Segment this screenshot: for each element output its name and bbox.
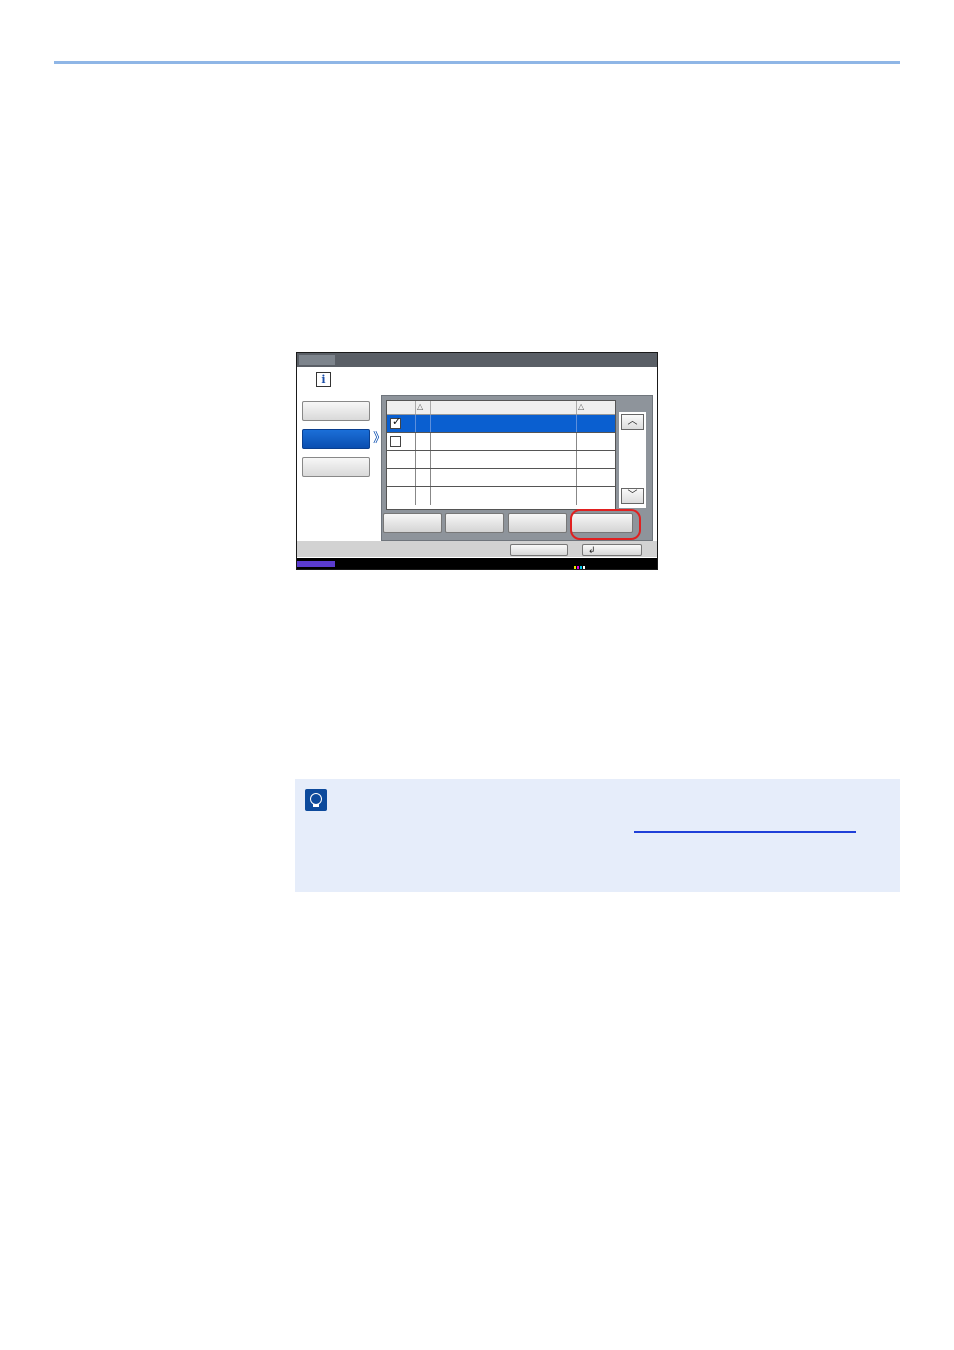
panel-footer-bar	[297, 558, 657, 569]
note-lightbulb-icon	[305, 789, 327, 811]
info-icon[interactable]: i	[316, 372, 331, 387]
scroll-up-button[interactable]: ︿	[621, 414, 644, 430]
checkmark-icon: ✓	[392, 416, 402, 428]
toner-icon	[574, 560, 588, 569]
sort-icon[interactable]: △	[578, 403, 584, 411]
list-row-5[interactable]	[387, 487, 615, 505]
side-button-1[interactable]	[302, 401, 370, 421]
scroll-column: ︿ ﹀	[619, 412, 646, 508]
note-box	[295, 779, 900, 892]
footer-accent	[297, 561, 335, 567]
panel-title-tab	[299, 355, 335, 365]
item-list: △ △ ✓	[386, 400, 616, 510]
status-button-1[interactable]	[510, 544, 568, 556]
enter-icon: ↲	[588, 545, 596, 555]
operation-panel-screenshot: i 》 △ △ ✓ ︿ ﹀ ↲	[296, 352, 658, 570]
bottom-button-1[interactable]	[383, 513, 442, 533]
list-row-4[interactable]	[387, 469, 615, 487]
list-row-3[interactable]	[387, 451, 615, 469]
bottom-button-2[interactable]	[445, 513, 504, 533]
note-link-underline[interactable]	[634, 831, 856, 833]
side-button-2-active[interactable]	[302, 429, 370, 449]
panel-status-bar: ↲	[297, 541, 657, 557]
panel-title-bar	[297, 353, 657, 367]
header-rule	[54, 61, 900, 64]
side-button-3[interactable]	[302, 457, 370, 477]
enter-button[interactable]: ↲	[582, 544, 642, 556]
bottom-button-3[interactable]	[508, 513, 567, 533]
highlight-ring	[570, 509, 641, 540]
list-row-1[interactable]: ✓	[387, 415, 615, 433]
list-header: △ △	[387, 401, 615, 415]
list-row-2[interactable]	[387, 433, 615, 451]
row-checkbox-unchecked[interactable]	[390, 436, 401, 447]
sort-icon[interactable]: △	[417, 403, 423, 411]
scroll-down-button[interactable]: ﹀	[621, 488, 644, 504]
row-checkbox-checked[interactable]: ✓	[390, 416, 402, 429]
